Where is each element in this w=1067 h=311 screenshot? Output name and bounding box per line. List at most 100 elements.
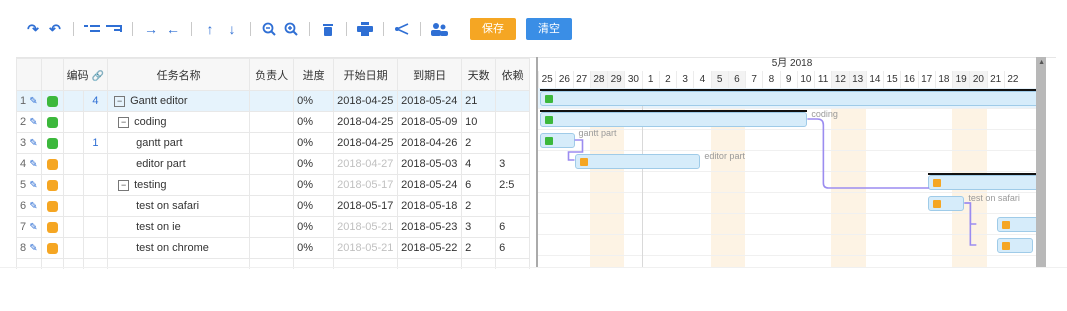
header-days[interactable]: 天数 xyxy=(461,58,497,91)
move-up-icon[interactable]: ↑ xyxy=(200,19,220,39)
header-dependencies[interactable]: 依赖 xyxy=(495,58,531,91)
cell-owner[interactable] xyxy=(249,90,295,112)
cell-code[interactable] xyxy=(82,195,109,217)
cell-dependencies[interactable] xyxy=(495,111,531,133)
cell-task-name[interactable]: − coding xyxy=(107,111,251,133)
cell-days[interactable]: 2 xyxy=(461,195,497,217)
cell-progress[interactable]: 0% xyxy=(293,111,335,133)
undo-icon[interactable]: ↷ xyxy=(23,19,43,39)
cell-dependencies[interactable] xyxy=(495,195,531,217)
collapse-toggle[interactable]: − xyxy=(118,116,130,128)
cell-task-name[interactable]: gantt part xyxy=(107,132,251,154)
header-start-date[interactable]: 开始日期 xyxy=(333,58,399,91)
cell-progress[interactable]: 0% xyxy=(293,195,335,217)
cell-dependencies[interactable] xyxy=(495,90,531,112)
cell-owner[interactable] xyxy=(249,153,295,175)
cell-end-date[interactable]: 2018-05-24 xyxy=(397,90,463,112)
cell-code[interactable] xyxy=(82,153,109,175)
critical-path-icon[interactable] xyxy=(392,19,412,39)
cell-dependencies[interactable] xyxy=(495,132,531,154)
cell-days[interactable]: 6 xyxy=(461,174,497,196)
header-progress[interactable]: 进度 xyxy=(293,58,335,91)
cell-owner[interactable] xyxy=(249,195,295,217)
cell-end-date[interactable]: 2018-05-03 xyxy=(397,153,463,175)
cell-task-name[interactable]: test on chrome xyxy=(107,237,251,259)
cell-end-date[interactable]: 2018-05-23 xyxy=(397,216,463,238)
cell-task-name[interactable]: − Gantt editor xyxy=(107,90,251,112)
cell-start-date[interactable]: 2018-05-21 xyxy=(333,237,399,259)
task-row[interactable]: 3 ✎ 1 gantt part 0% 2018-04-25 2018-04-26 2 xyxy=(16,132,531,154)
redo-icon[interactable]: ↶ xyxy=(45,19,65,39)
header-end-date[interactable]: 到期日 xyxy=(397,58,463,91)
cell-end-date[interactable]: 2018-05-18 xyxy=(397,195,463,217)
collapse-toggle[interactable]: − xyxy=(118,179,130,191)
cell-code[interactable] xyxy=(82,174,109,196)
move-down-icon[interactable]: ↓ xyxy=(222,19,242,39)
status-icon[interactable] xyxy=(46,95,58,107)
dependency-link[interactable] xyxy=(807,118,930,189)
status-icon[interactable] xyxy=(46,158,58,170)
task-row[interactable]: 2 ✎ − coding 0% 2018-04-25 2018-05-09 10 xyxy=(16,111,531,133)
edit-icon[interactable]: ✎ xyxy=(29,159,37,170)
cell-progress[interactable]: 0% xyxy=(293,153,335,175)
cell-code[interactable] xyxy=(82,111,109,133)
zoom-in-icon[interactable] xyxy=(281,19,301,39)
cell-start-date[interactable]: 2018-05-17 xyxy=(333,174,399,196)
header-name[interactable]: 任务名称 xyxy=(107,58,251,91)
edit-icon[interactable]: ✎ xyxy=(29,243,37,254)
cell-code[interactable]: 1 xyxy=(82,132,109,154)
resources-icon[interactable] xyxy=(429,19,449,39)
cell-end-date[interactable]: 2018-04-26 xyxy=(397,132,463,154)
cell-start-date[interactable]: 2018-04-27 xyxy=(333,153,399,175)
cell-code[interactable]: 4 xyxy=(82,90,109,112)
task-row[interactable]: 1 ✎ 4− Gantt editor 0% 2018-04-25 2018-05-24 2… xyxy=(16,90,531,112)
cell-dependencies[interactable]: 2:5 xyxy=(495,174,531,196)
cell-owner[interactable] xyxy=(249,174,295,196)
cell-progress[interactable]: 0% xyxy=(293,174,335,196)
cell-progress[interactable]: 0% xyxy=(293,132,335,154)
cell-owner[interactable] xyxy=(249,111,295,133)
status-icon[interactable] xyxy=(46,200,58,212)
cell-start-date[interactable]: 2018-04-25 xyxy=(333,132,399,154)
cell-code[interactable] xyxy=(82,237,109,259)
cell-end-date[interactable]: 2018-05-22 xyxy=(397,237,463,259)
cell-start-date[interactable]: 2018-04-25 xyxy=(333,90,399,112)
task-row[interactable]: 6 ✎ test on safari 0% 2018-05-17 2018-05-18 2 xyxy=(16,195,531,217)
edit-icon[interactable]: ✎ xyxy=(29,222,37,233)
cell-owner[interactable] xyxy=(249,237,295,259)
header-code[interactable]: 编码 🔗 xyxy=(62,58,109,91)
status-icon[interactable] xyxy=(46,221,58,233)
move-right-icon[interactable]: → xyxy=(141,19,161,39)
cell-task-name[interactable]: test on ie xyxy=(107,216,251,238)
cell-start-date[interactable]: 2018-05-17 xyxy=(333,195,399,217)
edit-icon[interactable]: ✎ xyxy=(29,138,37,149)
cell-days[interactable]: 2 xyxy=(461,132,497,154)
cell-days[interactable]: 2 xyxy=(461,237,497,259)
cell-end-date[interactable]: 2018-05-09 xyxy=(397,111,463,133)
cell-progress[interactable]: 0% xyxy=(293,216,335,238)
save-button[interactable]: 保存 xyxy=(470,18,516,40)
edit-icon[interactable]: ✎ xyxy=(29,180,37,191)
task-row[interactable]: 5 ✎ − testing 0% 2018-05-17 2018-05-24 6 2:5 xyxy=(16,174,531,196)
cell-owner[interactable] xyxy=(249,132,295,154)
cell-task-name[interactable]: test on safari xyxy=(107,195,251,217)
delete-icon[interactable] xyxy=(318,19,338,39)
status-icon[interactable] xyxy=(46,116,58,128)
header-owner[interactable]: 负责人 xyxy=(249,58,295,91)
cell-days[interactable]: 3 xyxy=(461,216,497,238)
edit-icon[interactable]: ✎ xyxy=(29,117,37,128)
edit-icon[interactable]: ✎ xyxy=(29,201,37,212)
cell-task-name[interactable]: − testing xyxy=(107,174,251,196)
dependency-link[interactable] xyxy=(567,139,584,161)
vertical-scrollbar[interactable]: ▲ xyxy=(1036,57,1046,268)
cell-days[interactable]: 21 xyxy=(461,90,497,112)
indent-icon[interactable] xyxy=(82,19,102,39)
cell-dependencies[interactable]: 6 xyxy=(495,216,531,238)
task-row[interactable]: 7 ✎ test on ie 0% 2018-05-21 2018-05-23 3 6 xyxy=(16,216,531,238)
collapse-toggle[interactable]: − xyxy=(114,95,126,107)
move-left-icon[interactable]: ← xyxy=(163,19,183,39)
cell-task-name[interactable]: editor part xyxy=(107,153,251,175)
cell-end-date[interactable]: 2018-05-24 xyxy=(397,174,463,196)
status-icon[interactable] xyxy=(46,242,58,254)
task-row[interactable]: 8 ✎ test on chrome 0% 2018-05-21 2018-05-22 2… xyxy=(16,237,531,259)
